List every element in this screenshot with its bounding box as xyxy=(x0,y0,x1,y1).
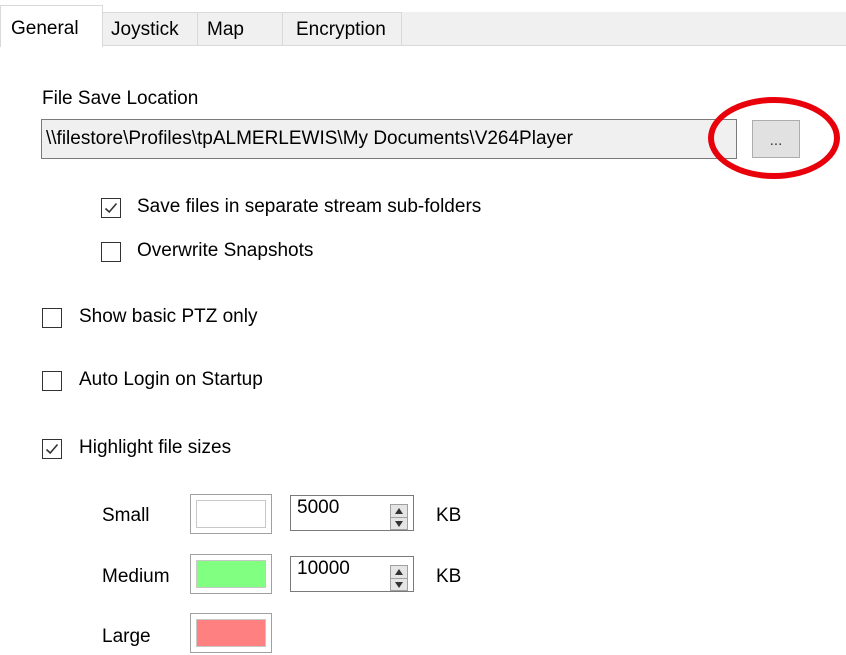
spin-down-icon[interactable] xyxy=(395,582,403,588)
checkmark-icon xyxy=(104,202,118,214)
spin-down-icon[interactable] xyxy=(395,521,403,527)
spinner-divider xyxy=(391,578,407,579)
auto-login-checkbox[interactable] xyxy=(42,371,62,391)
size-small-color-button[interactable] xyxy=(190,494,272,534)
size-medium-value[interactable]: 10000 xyxy=(297,557,350,581)
tab-strip: General Joystick Map Encryption xyxy=(0,0,846,50)
size-small-color-swatch xyxy=(196,500,266,528)
size-medium-unit: KB xyxy=(436,566,462,587)
spin-up-icon[interactable] xyxy=(395,508,403,514)
size-medium-color-button[interactable] xyxy=(190,554,272,594)
file-save-path-field[interactable]: \\filestore\Profiles\tpALMERLEWIS\My Doc… xyxy=(41,119,737,159)
tab-general-label: General xyxy=(11,18,79,39)
size-small-spinner-buttons[interactable] xyxy=(390,504,408,530)
overwrite-snapshots-checkbox[interactable] xyxy=(101,242,121,262)
separate-folders-checkbox[interactable] xyxy=(101,198,121,218)
overwrite-snapshots-label[interactable]: Overwrite Snapshots xyxy=(137,240,313,262)
spinner-divider xyxy=(391,517,407,518)
spin-up-icon[interactable] xyxy=(395,569,403,575)
file-save-location-label: File Save Location xyxy=(42,88,199,109)
tab-joystick-label: Joystick xyxy=(111,19,179,40)
size-large-color-swatch xyxy=(196,619,266,647)
size-medium-color-swatch xyxy=(196,560,266,588)
basic-ptz-checkbox[interactable] xyxy=(42,308,62,328)
tab-encryption-label: Encryption xyxy=(296,19,386,40)
size-small-value[interactable]: 5000 xyxy=(297,496,339,520)
tab-map[interactable]: Map xyxy=(197,12,283,45)
highlight-sizes-checkbox[interactable] xyxy=(42,439,62,459)
size-small-unit: KB xyxy=(436,505,462,526)
highlight-sizes-label[interactable]: Highlight file sizes xyxy=(79,437,231,459)
tab-map-label: Map xyxy=(207,19,244,40)
tab-encryption[interactable]: Encryption xyxy=(282,12,402,45)
auto-login-label[interactable]: Auto Login on Startup xyxy=(79,369,263,391)
tab-general[interactable]: General xyxy=(0,5,103,47)
browse-button[interactable]: ... xyxy=(752,120,800,158)
file-save-path-text: \\filestore\Profiles\tpALMERLEWIS\My Doc… xyxy=(46,128,573,149)
separate-folders-label[interactable]: Save files in separate stream sub-folder… xyxy=(137,196,481,218)
size-small-label: Small xyxy=(102,505,150,526)
size-medium-stepper[interactable]: 10000 xyxy=(290,556,414,592)
size-large-label: Large xyxy=(102,626,151,647)
size-medium-label: Medium xyxy=(102,566,170,587)
size-large-color-button[interactable] xyxy=(190,613,272,653)
size-medium-spinner-buttons[interactable] xyxy=(390,565,408,591)
checkmark-icon xyxy=(45,443,59,455)
size-small-stepper[interactable]: 5000 xyxy=(290,495,414,531)
tab-joystick[interactable]: Joystick xyxy=(101,12,198,45)
basic-ptz-label[interactable]: Show basic PTZ only xyxy=(79,306,257,328)
